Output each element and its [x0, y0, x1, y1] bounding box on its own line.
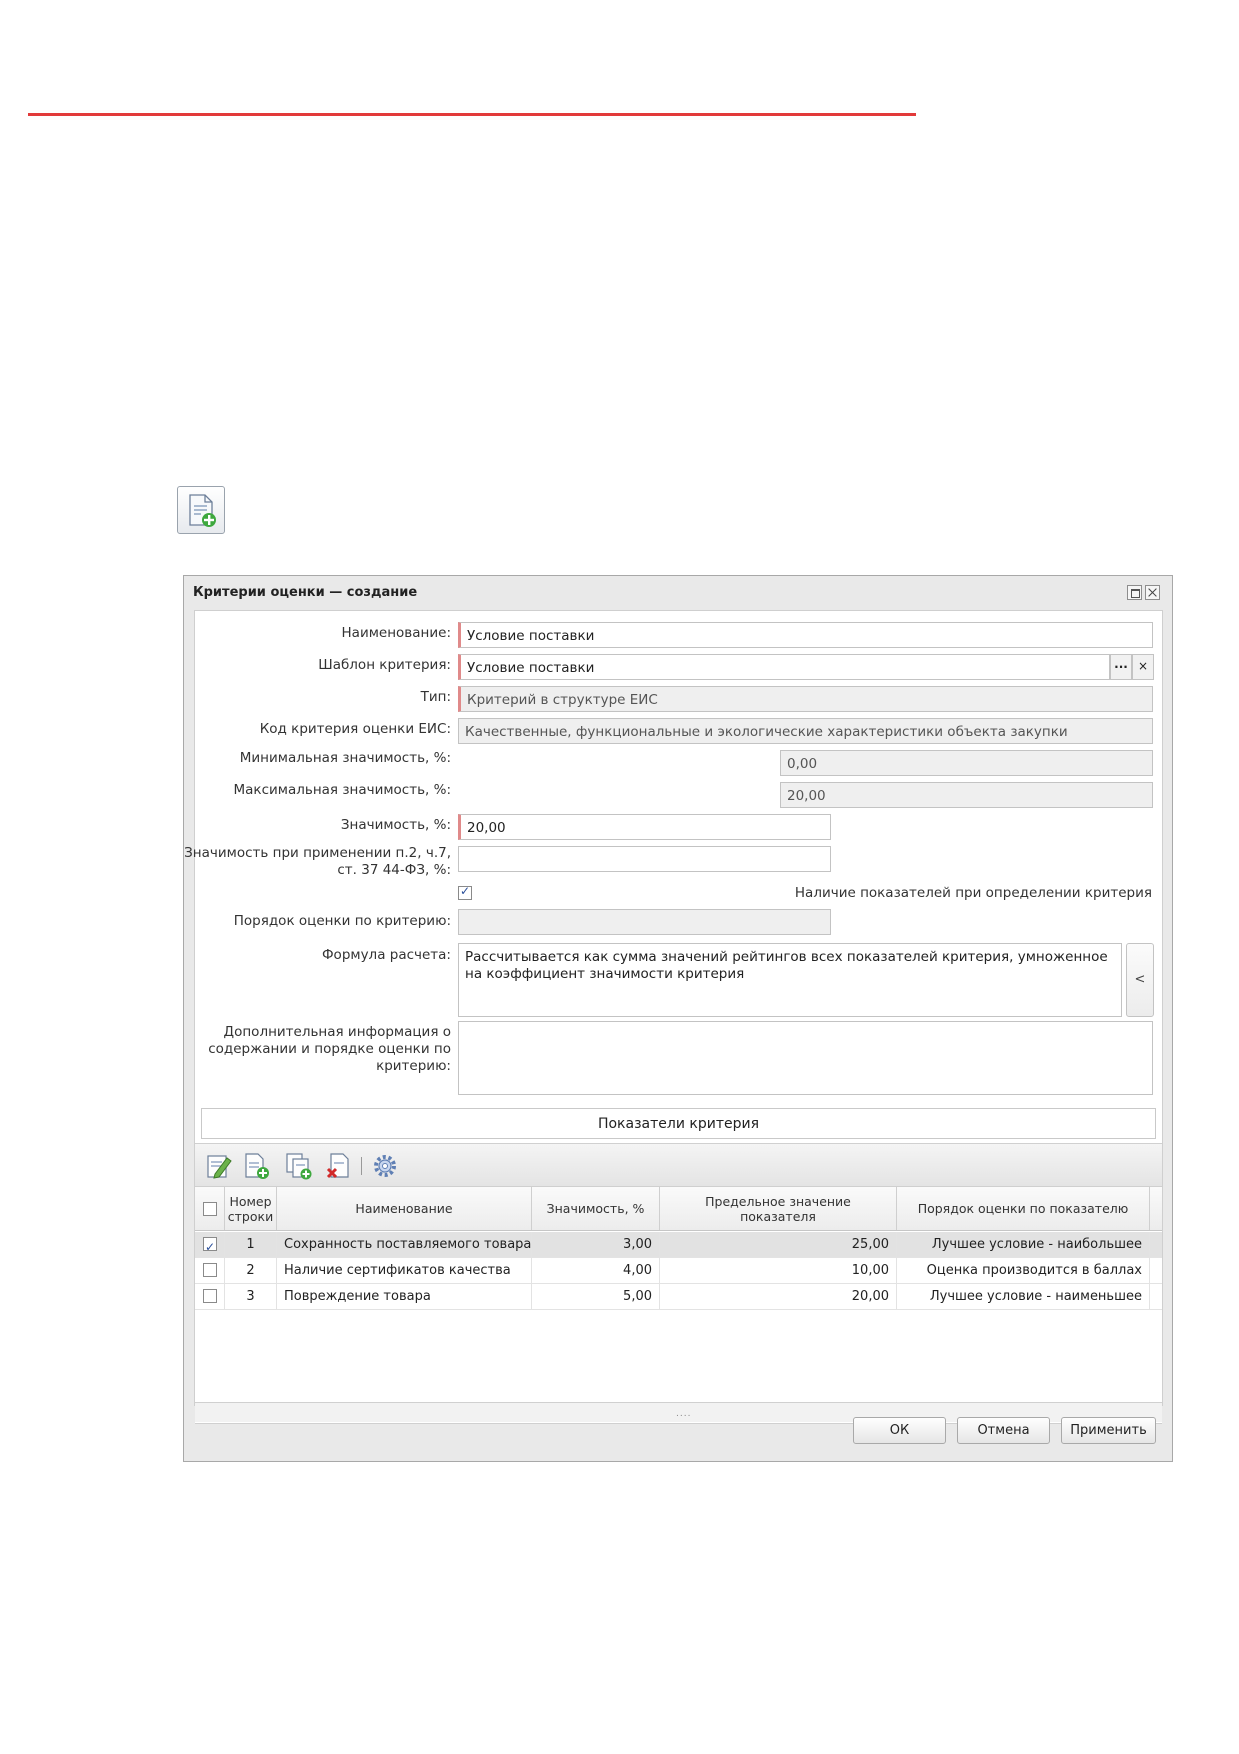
add-icon[interactable]	[243, 1152, 271, 1180]
col-header-name[interactable]: Наименование	[277, 1187, 532, 1230]
dialog-title: Критерии оценки — создание	[193, 585, 418, 600]
ok-button[interactable]: ОК	[853, 1417, 946, 1444]
row-number: 3	[225, 1284, 277, 1309]
weight-label: Значимость, %:	[340, 817, 451, 833]
name-field[interactable]: Условие поставки	[458, 622, 1153, 648]
table-header: Номер строки Наименование Значимость, % …	[195, 1187, 1162, 1231]
delete-icon[interactable]	[325, 1152, 353, 1180]
indicators-checkbox-label: Наличие показателей при определении крит…	[794, 885, 1152, 901]
row-checkbox[interactable]	[203, 1263, 217, 1277]
template-field[interactable]: Условие поставки	[458, 654, 1110, 680]
order-field	[458, 909, 831, 935]
table-row[interactable]: 2 Наличие сертификатов качества 4,00 10,…	[195, 1258, 1162, 1284]
select-all-checkbox[interactable]	[202, 1201, 217, 1216]
section-indicators-title: Показатели критерия	[201, 1108, 1156, 1139]
weight-p2-field[interactable]	[458, 846, 831, 872]
row-name: Сохранность поставляемого товара	[277, 1232, 532, 1257]
row-name: Наличие сертификатов качества	[277, 1258, 532, 1283]
row-limit: 10,00	[660, 1258, 897, 1283]
table-splitter[interactable]: ....	[676, 1409, 691, 1419]
criteria-dialog: Критерии оценки — создание Наименование:…	[183, 575, 1173, 1462]
create-criterion-button[interactable]	[177, 486, 225, 534]
row-limit: 20,00	[660, 1284, 897, 1309]
formula-side-button[interactable]: <	[1126, 943, 1154, 1017]
row-weight: 5,00	[532, 1284, 660, 1309]
row-name: Повреждение товара	[277, 1284, 532, 1309]
maximize-icon[interactable]	[1127, 585, 1142, 600]
type-field: Критерий в структуре ЕИС	[458, 686, 1153, 712]
form-panel: Наименование: Условие поставки Шаблон кр…	[184, 610, 1163, 1424]
template-pick-button[interactable]: ...	[1110, 654, 1132, 680]
row-order: Лучшее условие - наибольшее	[897, 1232, 1150, 1257]
min-weight-label: Минимальная значимость, %:	[239, 750, 451, 766]
min-weight-field: 0,00	[780, 750, 1153, 776]
template-label: Шаблон критерия:	[318, 657, 451, 673]
row-order: Лучшее условие - наименьшее	[897, 1284, 1150, 1309]
row-limit: 25,00	[660, 1232, 897, 1257]
max-weight-field: 20,00	[780, 782, 1153, 808]
col-header-weight[interactable]: Значимость, %	[532, 1187, 660, 1230]
row-checkbox[interactable]	[203, 1235, 217, 1257]
toolbar-separator	[361, 1157, 362, 1175]
weight-p2-label: Значимость при применении п.2, ч.7, ст. …	[184, 845, 451, 878]
table-row[interactable]: 1 Сохранность поставляемого товара 3,00 …	[195, 1232, 1162, 1258]
decorative-red-line	[28, 113, 916, 116]
apply-button[interactable]: Применить	[1061, 1417, 1156, 1444]
eis-code-label: Код критерия оценки ЕИС:	[259, 721, 451, 737]
row-order: Оценка производится в баллах	[897, 1258, 1150, 1283]
eis-code-field: Качественные, функциональные и экологиче…	[458, 718, 1153, 744]
add-document-icon	[189, 494, 216, 527]
table-row[interactable]: 3 Повреждение товара 5,00 20,00 Лучшее у…	[195, 1284, 1162, 1310]
settings-icon[interactable]	[371, 1152, 399, 1180]
name-label: Наименование:	[341, 625, 451, 641]
col-header-number[interactable]: Номер строки	[225, 1187, 277, 1230]
row-checkbox[interactable]	[203, 1289, 217, 1303]
extra-info-field[interactable]	[458, 1021, 1153, 1095]
col-header-limit[interactable]: Предельное значение показателя	[660, 1187, 897, 1230]
max-weight-label: Максимальная значимость, %:	[233, 782, 452, 798]
row-weight: 4,00	[532, 1258, 660, 1283]
edit-icon[interactable]	[205, 1152, 233, 1180]
dialog-titlebar: Критерии оценки — создание	[184, 576, 1172, 608]
col-header-order[interactable]: Порядок оценки по показателю	[897, 1187, 1150, 1230]
indicators-toolbar	[195, 1143, 1162, 1187]
order-label: Порядок оценки по критерию:	[233, 913, 451, 929]
formula-field[interactable]: Рассчитывается как сумма значений рейтин…	[458, 943, 1122, 1017]
row-number: 1	[225, 1232, 277, 1257]
close-icon[interactable]	[1145, 585, 1160, 600]
select-all-cell	[195, 1187, 225, 1230]
weight-field[interactable]: 20,00	[458, 814, 831, 840]
indicators-table: Номер строки Наименование Значимость, % …	[195, 1187, 1162, 1424]
type-label: Тип:	[420, 689, 451, 705]
copy-icon[interactable]	[285, 1152, 313, 1180]
template-clear-button[interactable]: ×	[1132, 654, 1154, 680]
row-number: 2	[225, 1258, 277, 1283]
extra-info-label: Дополнительная информация о содержании и…	[208, 1024, 451, 1074]
row-weight: 3,00	[532, 1232, 660, 1257]
cancel-button[interactable]: Отмена	[957, 1417, 1050, 1444]
indicators-checkbox[interactable]	[458, 884, 472, 900]
formula-label: Формула расчета:	[321, 947, 451, 963]
